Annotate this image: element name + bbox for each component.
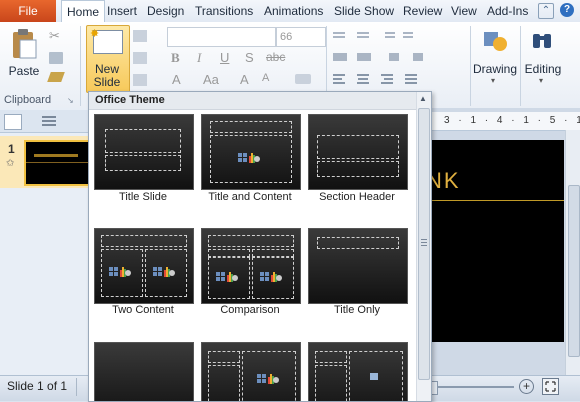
- vertical-scrollbar[interactable]: [565, 130, 580, 375]
- horizontal-ruler: 3 · 1 · 4 · 1 · 5 · 1 · 6: [430, 112, 580, 131]
- tab-design[interactable]: Design: [142, 0, 189, 22]
- tab-animations[interactable]: Animations: [259, 0, 328, 22]
- layout-label: Section Header: [319, 191, 395, 203]
- layout-label: Title Only: [333, 304, 381, 316]
- content-placeholder-icon: [216, 269, 238, 283]
- minimize-ribbon-icon[interactable]: ⌃: [538, 3, 554, 19]
- layout-icon[interactable]: [133, 30, 147, 42]
- group-separator: [470, 26, 471, 106]
- dialog-launcher-icon[interactable]: ↘: [67, 96, 74, 105]
- tab-insert[interactable]: Insert: [102, 0, 142, 22]
- status-separator: [76, 378, 77, 396]
- new-slide-label-1: New: [94, 62, 119, 76]
- shrink-font-icon[interactable]: A: [262, 72, 269, 84]
- font-size-field[interactable]: 66: [276, 27, 326, 47]
- shapes-icon[interactable]: [482, 28, 508, 54]
- slide-counter: Slide 1 of 1: [7, 379, 68, 393]
- font-color-icon[interactable]: A: [172, 72, 181, 87]
- alignment-row: [333, 72, 423, 86]
- clear-format-icon[interactable]: [295, 74, 311, 84]
- layout-title-slide[interactable]: [94, 114, 194, 190]
- strikethrough-icon[interactable]: abc: [266, 50, 285, 64]
- tab-add-ins[interactable]: Add-Ins: [482, 0, 533, 22]
- underline-icon[interactable]: U: [220, 50, 229, 65]
- content-placeholder-icon: [153, 264, 175, 278]
- shadow-icon[interactable]: S: [245, 50, 254, 65]
- slides-tab-icon[interactable]: [4, 114, 22, 130]
- slide-thumbnail[interactable]: [24, 140, 92, 186]
- reset-icon[interactable]: [133, 52, 147, 64]
- copy-icon[interactable]: [49, 52, 63, 64]
- tab-file[interactable]: File: [0, 0, 56, 22]
- gallery-scrollbar[interactable]: ▲: [416, 92, 431, 401]
- section-icon[interactable]: [133, 74, 147, 86]
- scroll-up-icon[interactable]: ▲: [419, 94, 427, 103]
- outline-tab-icon[interactable]: [40, 114, 60, 128]
- layout-label: Two Content: [112, 304, 174, 316]
- content-placeholder-icon: [109, 264, 131, 278]
- binoculars-icon[interactable]: [531, 30, 553, 52]
- layout-label: Comparison: [220, 304, 280, 316]
- grow-font-icon[interactable]: A: [240, 72, 249, 87]
- change-case-icon[interactable]: Aa: [203, 72, 219, 87]
- group-separator: [80, 26, 81, 106]
- picture-placeholder-icon: [370, 373, 378, 380]
- layout-two-content[interactable]: [94, 228, 194, 304]
- italic-icon[interactable]: I: [197, 50, 201, 66]
- help-icon[interactable]: ?: [560, 3, 574, 17]
- tab-review[interactable]: Review: [398, 0, 447, 22]
- tab-home[interactable]: Home: [61, 0, 106, 24]
- layout-title-and-content[interactable]: [201, 114, 301, 190]
- layout-title-only[interactable]: [308, 228, 408, 304]
- clipboard-group-label: Clipboard: [4, 94, 52, 106]
- layout-picture-with-caption[interactable]: [308, 342, 408, 401]
- layout-label: Title Slide: [119, 191, 167, 203]
- bold-icon[interactable]: B: [171, 50, 180, 66]
- zoom-in-icon[interactable]: +: [519, 379, 534, 394]
- gallery-header: Office Theme: [89, 92, 422, 110]
- editing-button[interactable]: Editing: [523, 62, 563, 76]
- layout-section-header[interactable]: [308, 114, 408, 190]
- drawing-button[interactable]: Drawing: [472, 62, 518, 76]
- paragraph-row-2: [333, 50, 443, 64]
- tab-view[interactable]: View: [446, 0, 482, 22]
- new-slide-label-2: Slide: [93, 75, 121, 89]
- zoom-slider[interactable]: [434, 386, 514, 388]
- transition-star-icon: ✩: [6, 158, 15, 169]
- content-placeholder-icon: [260, 269, 282, 283]
- layout-comparison[interactable]: [201, 228, 301, 304]
- font-name-field[interactable]: [167, 27, 276, 47]
- paragraph-row-1: [333, 30, 433, 42]
- tab-slide-show[interactable]: Slide Show: [329, 0, 399, 22]
- paste-button[interactable]: Paste: [6, 64, 42, 78]
- slide-canvas[interactable]: NK: [426, 140, 564, 342]
- new-slide-icon: ✸: [90, 28, 123, 54]
- layout-blank[interactable]: [94, 342, 194, 401]
- chevron-down-icon[interactable]: ▾: [491, 76, 495, 85]
- tab-transitions[interactable]: Transitions: [190, 0, 258, 22]
- content-placeholder-icon: [257, 371, 279, 385]
- paste-icon[interactable]: [10, 28, 38, 60]
- fit-slide-icon[interactable]: [542, 378, 559, 395]
- layout-label: Title and Content: [208, 191, 292, 203]
- cut-icon[interactable]: ✂: [49, 28, 60, 44]
- scroll-thumb[interactable]: [418, 108, 430, 380]
- layout-gallery: Office Theme Title Slide Title and Conte…: [88, 91, 432, 402]
- layout-content-with-caption[interactable]: [201, 342, 301, 401]
- group-separator: [520, 26, 521, 106]
- chevron-down-icon[interactable]: ▾: [539, 76, 543, 85]
- ruler-marks: 3 · 1 · 4 · 1 · 5 · 1 · 6: [444, 115, 580, 126]
- slide-number: 1: [8, 142, 15, 156]
- content-placeholder-icon: [238, 150, 260, 164]
